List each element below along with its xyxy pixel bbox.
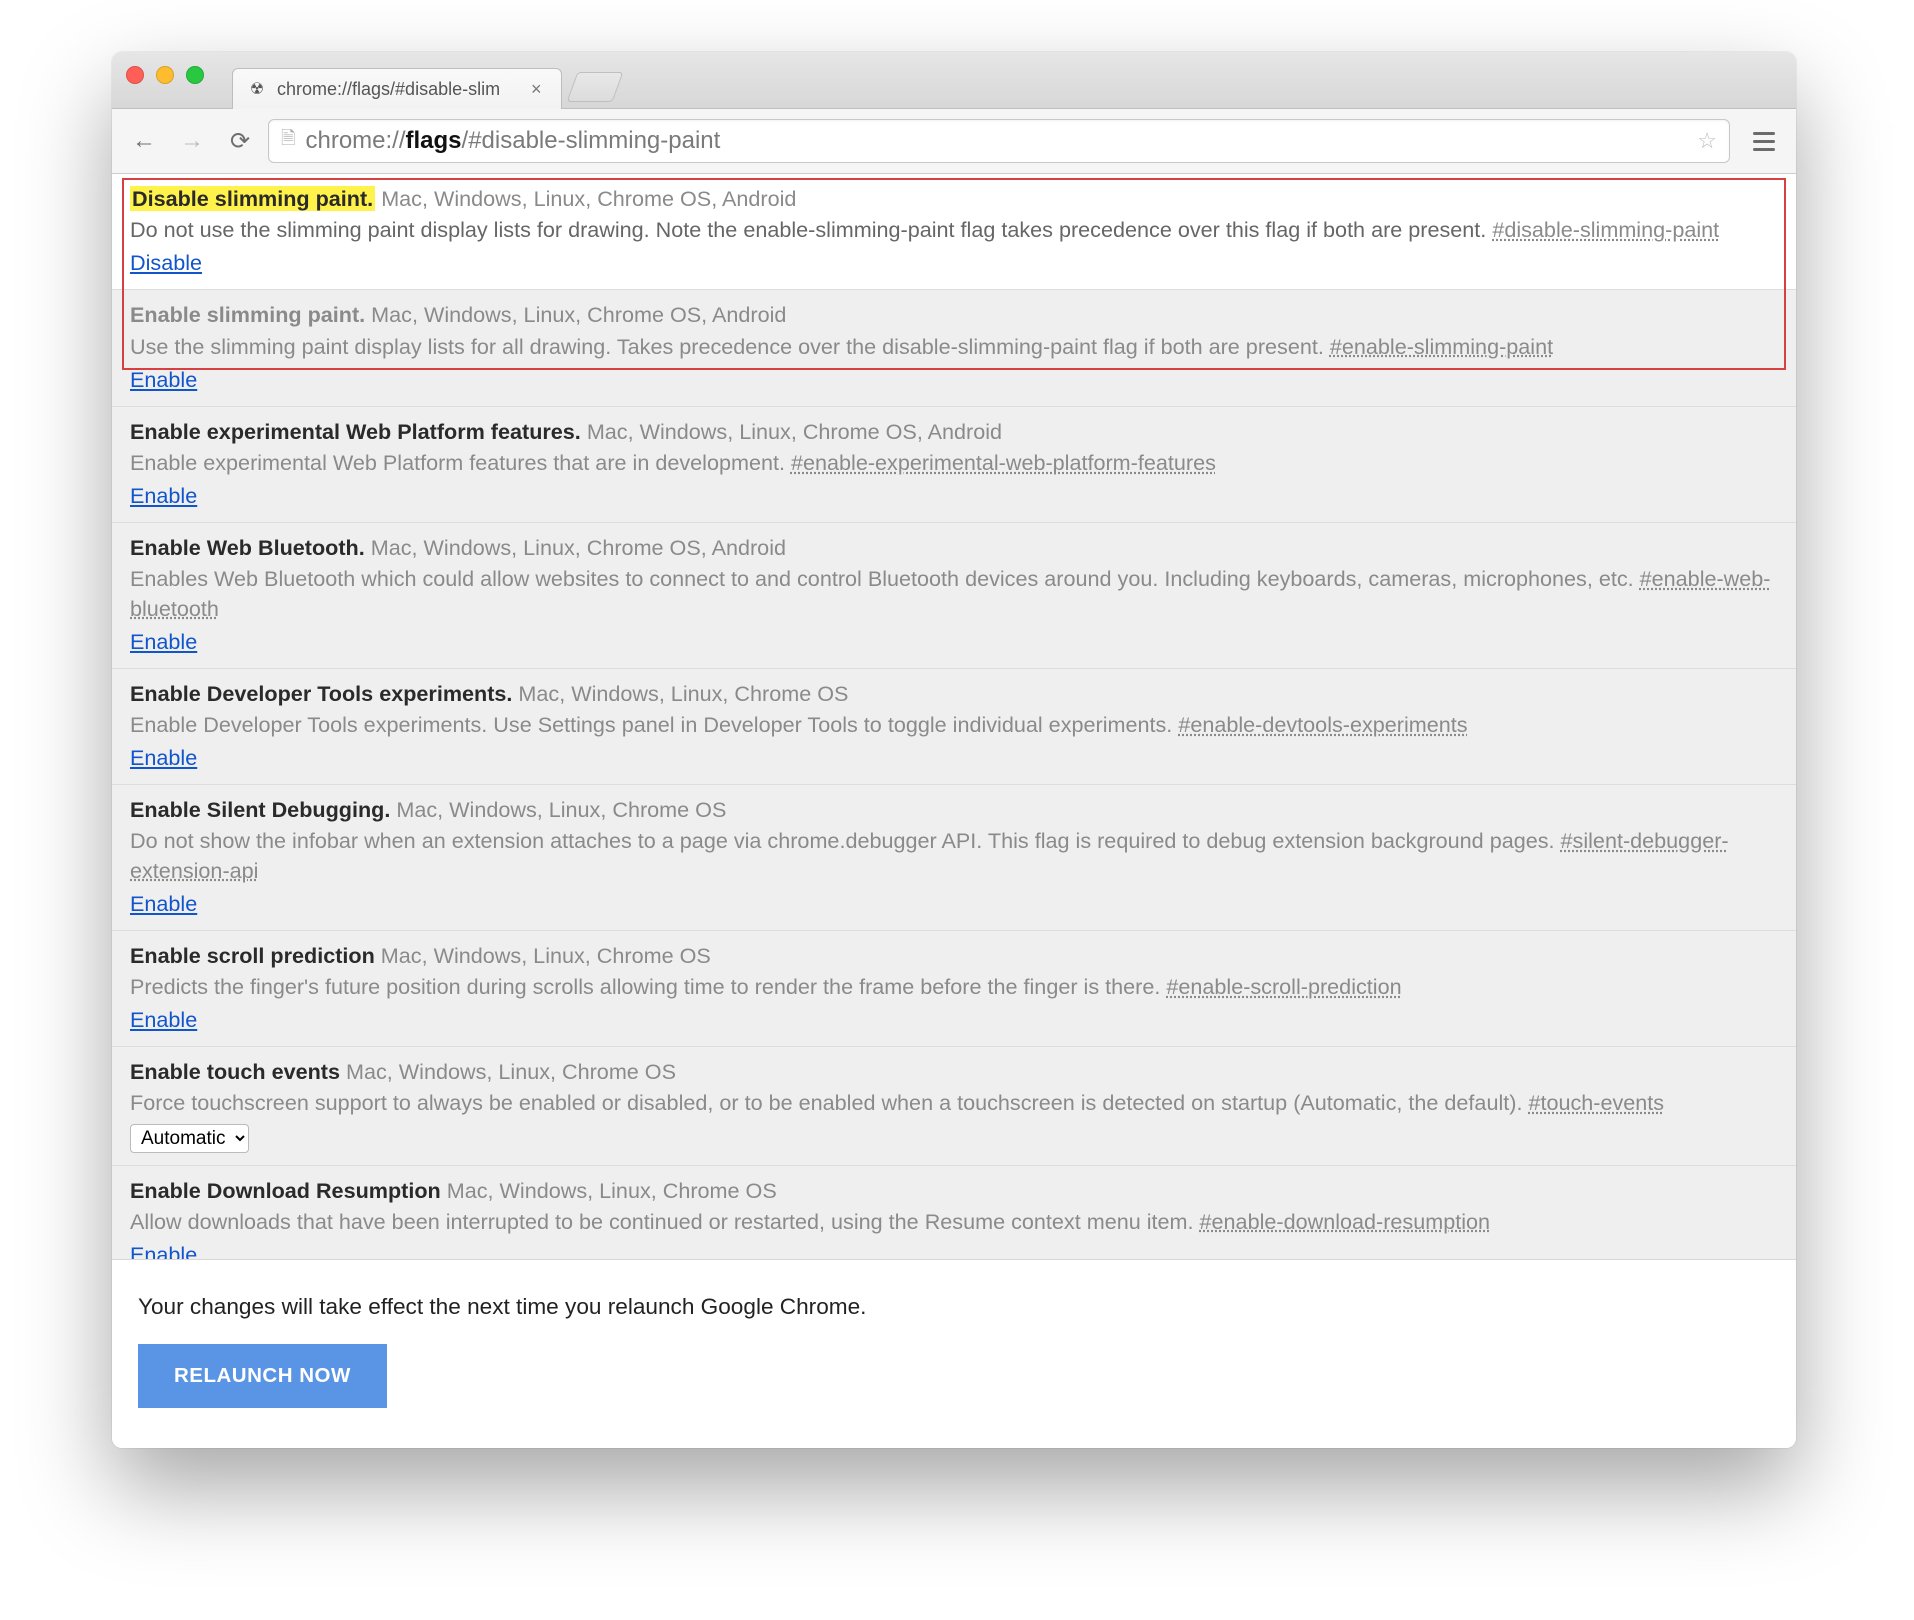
menu-button[interactable] [1744,121,1784,161]
url-host: flags [406,127,462,154]
flag-name: Enable Silent Debugging. [130,797,390,822]
flag-row: Enable Download Resumption Mac, Windows,… [112,1166,1796,1259]
flag-row: Disable slimming paint. Mac, Windows, Li… [112,174,1796,290]
back-button[interactable]: ← [124,121,164,161]
flag-action-link[interactable]: Enable [130,743,197,772]
flag-desc: Enables Web Bluetooth which could allow … [130,564,1778,622]
radiation-icon: ☢ [247,79,267,99]
flag-desc: Enable experimental Web Platform feature… [130,448,1778,477]
flag-platforms: Mac, Windows, Linux, Chrome OS, Android [587,419,1002,444]
url-path: /#disable-slimming-paint [462,127,721,154]
toolbar: ← → ⟳ 🗎 chrome://flags/#disable-slimming… [112,109,1796,174]
flag-platforms: Mac, Windows, Linux, Chrome OS [396,797,726,822]
flag-hash-link[interactable]: #disable-slimming-paint [1492,217,1719,242]
flag-action-link[interactable]: Enable [130,1240,197,1259]
flag-row: Enable scroll prediction Mac, Windows, L… [112,931,1796,1047]
zoom-window-button[interactable] [186,66,204,84]
relaunch-button[interactable]: RELAUNCH NOW [138,1344,387,1408]
flag-desc: Enable Developer Tools experiments. Use … [130,710,1778,739]
page-icon: 🗎 [281,126,295,156]
flags-list: Disable slimming paint. Mac, Windows, Li… [112,174,1796,1259]
arrow-right-icon: → [180,127,204,155]
flag-title-line: Enable Download Resumption Mac, Windows,… [130,1176,1778,1205]
hamburger-icon [1753,132,1775,135]
flag-name: Disable slimming paint. [130,186,375,211]
flag-title-line: Enable Web Bluetooth. Mac, Windows, Linu… [130,533,1778,562]
reload-icon: ⟳ [230,127,250,156]
flag-action-link[interactable]: Enable [130,1005,197,1034]
flag-name: Enable Web Bluetooth. [130,535,365,560]
flag-title-line: Enable scroll prediction Mac, Windows, L… [130,941,1778,970]
new-tab-button[interactable] [567,72,624,102]
flag-name: Enable Download Resumption [130,1178,441,1203]
flag-select[interactable]: Automatic [130,1124,249,1153]
flag-title-line: Disable slimming paint. Mac, Windows, Li… [130,184,1778,213]
titlebar: ☢ chrome://flags/#disable-slim × [112,52,1796,109]
close-window-button[interactable] [126,66,144,84]
browser-window: ☢ chrome://flags/#disable-slim × ← → ⟳ 🗎 [112,52,1796,1448]
flag-name: Enable Developer Tools experiments. [130,681,512,706]
tab-title: chrome://flags/#disable-slim [277,79,517,100]
flag-row: Enable Developer Tools experiments. Mac,… [112,669,1796,785]
flag-desc: Force touchscreen support to always be e… [130,1088,1778,1117]
flag-desc: Do not show the infobar when an extensio… [130,826,1778,884]
flag-title-line: Enable touch events Mac, Windows, Linux,… [130,1057,1778,1086]
flag-row: Enable Silent Debugging. Mac, Windows, L… [112,785,1796,931]
flag-desc: Predicts the finger's future position du… [130,972,1778,1001]
flag-name: Enable experimental Web Platform feature… [130,419,581,444]
flag-row: Enable experimental Web Platform feature… [112,407,1796,523]
flag-name: Enable slimming paint. [130,302,365,327]
flag-platforms: Mac, Windows, Linux, Chrome OS, Android [381,186,796,211]
flag-platforms: Mac, Windows, Linux, Chrome OS [518,681,848,706]
flag-hash-link[interactable]: #enable-slimming-paint [1330,334,1553,359]
flag-title-line: Enable slimming paint. Mac, Windows, Lin… [130,300,1778,329]
flag-action-link[interactable]: Enable [130,365,197,394]
address-bar[interactable]: 🗎 chrome://flags/#disable-slimming-paint… [268,119,1730,163]
flag-title-line: Enable Silent Debugging. Mac, Windows, L… [130,795,1778,824]
flag-hash-link[interactable]: #enable-scroll-prediction [1166,974,1401,999]
bookmark-star-icon[interactable]: ☆ [1697,128,1717,154]
flag-platforms: Mac, Windows, Linux, Chrome OS [346,1059,676,1084]
flag-name: Enable scroll prediction [130,943,375,968]
flag-hash-link[interactable]: #touch-events [1528,1090,1664,1115]
flag-platforms: Mac, Windows, Linux, Chrome OS, Android [371,535,786,560]
reload-button[interactable]: ⟳ [220,121,260,161]
flag-action-link[interactable]: Enable [130,889,197,918]
flag-title-line: Enable Developer Tools experiments. Mac,… [130,679,1778,708]
flag-desc: Use the slimming paint display lists for… [130,332,1778,361]
forward-button[interactable]: → [172,121,212,161]
flag-desc: Allow downloads that have been interrupt… [130,1207,1778,1236]
url-text: chrome://flags/#disable-slimming-paint [305,127,1687,155]
page-content: Disable slimming paint. Mac, Windows, Li… [112,174,1796,1259]
flag-name: Enable touch events [130,1059,340,1084]
flag-hash-link[interactable]: #enable-devtools-experiments [1178,712,1467,737]
flag-row: Enable Web Bluetooth. Mac, Windows, Linu… [112,523,1796,669]
relaunch-footer: Your changes will take effect the next t… [112,1259,1796,1448]
arrow-left-icon: ← [132,127,156,155]
tab-strip: ☢ chrome://flags/#disable-slim × [232,52,618,108]
flag-action-link[interactable]: Disable [130,248,202,277]
flag-desc: Do not use the slimming paint display li… [130,215,1778,244]
tab-active[interactable]: ☢ chrome://flags/#disable-slim × [232,68,562,109]
flag-row: Enable slimming paint. Mac, Windows, Lin… [112,290,1796,406]
flag-title-line: Enable experimental Web Platform feature… [130,417,1778,446]
flag-row: Enable touch events Mac, Windows, Linux,… [112,1047,1796,1165]
minimize-window-button[interactable] [156,66,174,84]
flag-platforms: Mac, Windows, Linux, Chrome OS, Android [371,302,786,327]
url-scheme: chrome:// [305,127,405,154]
flag-hash-link[interactable]: #enable-experimental-web-platform-featur… [791,450,1216,475]
relaunch-message: Your changes will take effect the next t… [138,1294,1770,1320]
close-tab-icon[interactable]: × [527,77,546,102]
flag-platforms: Mac, Windows, Linux, Chrome OS [381,943,711,968]
flag-action-link[interactable]: Enable [130,627,197,656]
flag-platforms: Mac, Windows, Linux, Chrome OS [447,1178,777,1203]
flag-action-link[interactable]: Enable [130,481,197,510]
flag-hash-link[interactable]: #enable-download-resumption [1200,1209,1491,1234]
window-controls [126,66,204,84]
